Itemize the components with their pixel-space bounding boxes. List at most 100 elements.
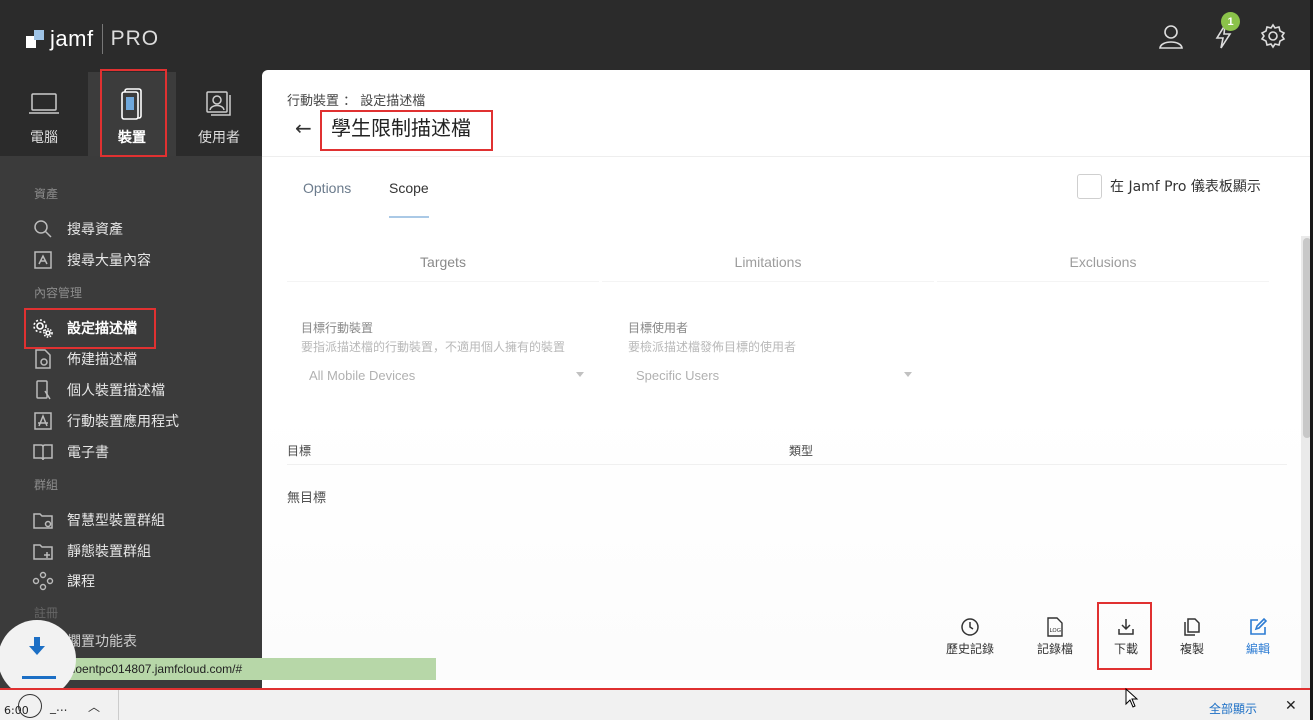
divider bbox=[262, 156, 1313, 157]
sidebar-item-label: 智慧型裝置群組 bbox=[67, 513, 165, 529]
target-users-select[interactable]: Specific Users bbox=[636, 368, 719, 386]
sidebar-item-static-groups[interactable]: 靜態裝置群組 bbox=[32, 539, 151, 563]
download-label: 下載 bbox=[1113, 642, 1138, 656]
top-bar: jamf PRO 1 bbox=[0, 0, 1313, 72]
history-button[interactable]: 歷史記錄 bbox=[940, 616, 1000, 657]
logs-button[interactable]: LOG 記錄檔 bbox=[1025, 616, 1085, 657]
main-panel: 行動裝置 ： 設定描述檔 ← 學生限制描述檔 Options Scope 在 J… bbox=[262, 70, 1313, 688]
sidebar-item-classes[interactable]: 課程 bbox=[32, 569, 95, 593]
page-title: 學生限制描述檔 bbox=[331, 116, 471, 140]
sidebar-item-label: 課程 bbox=[67, 574, 95, 590]
history-icon bbox=[959, 616, 981, 638]
dashboard-checkbox-label: 在 Jamf Pro 儀表板顯示 bbox=[1110, 179, 1261, 195]
chevron-down-icon[interactable] bbox=[904, 372, 912, 377]
table-header-target[interactable]: 目標 bbox=[287, 442, 311, 459]
personal-device-icon bbox=[32, 379, 54, 401]
logo-text: jamf bbox=[50, 26, 94, 51]
sidebar-item-mobile-apps[interactable]: 行動裝置應用程式 bbox=[32, 409, 179, 433]
sidebar-item-personal-device-profiles[interactable]: 個人裝置描述檔 bbox=[32, 378, 165, 402]
nav-tab-label: 電腦 bbox=[30, 130, 58, 146]
provisioning-icon bbox=[32, 348, 54, 370]
jamf-logo[interactable]: jamf PRO bbox=[26, 24, 159, 54]
mouse-cursor-icon bbox=[1125, 688, 1139, 708]
download-file-name[interactable]: _... bbox=[50, 700, 67, 714]
tab-scope[interactable]: Scope bbox=[389, 180, 429, 196]
chevron-up-icon[interactable]: ︿ bbox=[88, 698, 100, 715]
empty-state-text: 無目標 bbox=[287, 491, 327, 506]
logo-suffix: PRO bbox=[110, 27, 160, 50]
logs-label: 記錄檔 bbox=[1036, 642, 1073, 656]
status-url-bar: phoentpc014807.jamfcloud.com/# bbox=[60, 658, 436, 680]
mobile-device-icon bbox=[119, 88, 145, 120]
breadcrumb[interactable]: 行動裝置 ： 設定描述檔 bbox=[287, 90, 425, 109]
edit-icon bbox=[1247, 616, 1269, 638]
sidebar-item-configuration-profiles[interactable]: 設定描述檔 bbox=[32, 316, 137, 340]
log-icon: LOG bbox=[1044, 616, 1066, 638]
sidebar-item-label: 設定描述檔 bbox=[67, 321, 137, 337]
app-store-icon bbox=[32, 410, 54, 432]
nav-tab-label: 使用者 bbox=[198, 130, 240, 146]
sidebar-section-enrollment: 註冊 bbox=[34, 606, 59, 620]
close-icon[interactable]: ✕ bbox=[1285, 698, 1297, 714]
dashboard-checkbox[interactable] bbox=[1077, 174, 1102, 199]
download-button[interactable]: 下載 bbox=[1096, 616, 1156, 657]
primary-nav: 電腦 裝置 使用者 bbox=[0, 72, 262, 156]
user-account-icon[interactable] bbox=[1157, 22, 1185, 50]
laptop-icon bbox=[28, 88, 60, 120]
clone-button[interactable]: 複製 bbox=[1162, 616, 1222, 657]
sidebar-item-ebooks[interactable]: 電子書 bbox=[32, 440, 109, 464]
notification-badge: 1 bbox=[1221, 12, 1240, 31]
sidebar-item-label: 擱置功能表 bbox=[67, 634, 137, 650]
logo-divider bbox=[101, 24, 103, 54]
target-users-label: 目標使用者 bbox=[628, 321, 689, 335]
sidebar-section-groups: 群組 bbox=[34, 478, 59, 492]
sidebar-item-label: 佈建描述檔 bbox=[67, 352, 137, 368]
back-arrow-icon[interactable]: ← bbox=[295, 116, 312, 140]
settings-gear-icon[interactable] bbox=[1259, 22, 1287, 50]
table-header-type[interactable]: 類型 bbox=[789, 442, 813, 459]
nav-tab-users[interactable]: 使用者 bbox=[176, 72, 262, 156]
edit-button[interactable]: 編輯 bbox=[1228, 616, 1288, 657]
sidebar-item-label: 靜態裝置群組 bbox=[67, 544, 151, 560]
tab-options[interactable]: Options bbox=[303, 180, 351, 196]
sidebar-item-label: 電子書 bbox=[67, 445, 109, 461]
sidebar-item-provisioning-profiles[interactable]: 佈建描述檔 bbox=[32, 347, 137, 371]
gears-icon bbox=[32, 317, 54, 339]
nav-tab-label: 裝置 bbox=[118, 130, 146, 146]
download-item-icon[interactable] bbox=[18, 694, 42, 718]
segment-targets[interactable]: Targets bbox=[287, 242, 599, 282]
sidebar-section-assets: 資產 bbox=[34, 187, 59, 201]
target-devices-label: 目標行動裝置 bbox=[301, 321, 374, 335]
target-users-help: 要檢派描述檔發佈目標的使用者 bbox=[628, 340, 797, 354]
clone-label: 複製 bbox=[1179, 642, 1204, 656]
sidebar-item-label: 搜尋大量內容 bbox=[67, 253, 151, 269]
history-label: 歷史記錄 bbox=[945, 642, 994, 656]
sidebar-item-smart-groups[interactable]: 智慧型裝置群組 bbox=[32, 508, 165, 532]
active-tab-indicator bbox=[389, 216, 429, 218]
download-icon bbox=[1115, 616, 1137, 638]
download-shelf bbox=[0, 688, 1313, 720]
table-divider bbox=[287, 464, 1287, 465]
search-bulk-icon bbox=[32, 249, 54, 271]
nav-tab-computers[interactable]: 電腦 bbox=[0, 72, 88, 156]
smart-group-icon bbox=[32, 509, 54, 531]
clone-icon bbox=[1181, 616, 1203, 638]
sidebar-item-label: 個人裝置描述檔 bbox=[67, 383, 165, 399]
segment-exclusions[interactable]: Exclusions bbox=[937, 242, 1269, 282]
sidebar-section-content: 內容管理 bbox=[34, 286, 83, 300]
chevron-down-icon[interactable] bbox=[576, 372, 584, 377]
edit-label: 編輯 bbox=[1245, 642, 1270, 656]
sidebar-item-label: 行動裝置應用程式 bbox=[67, 414, 179, 430]
target-devices-select[interactable]: All Mobile Devices bbox=[309, 368, 415, 386]
search-icon bbox=[32, 218, 54, 240]
download-indicator[interactable] bbox=[0, 620, 76, 698]
show-all-link[interactable]: 全部顯示 bbox=[1209, 700, 1257, 717]
sidebar-item-search-inventory[interactable]: 搜尋資產 bbox=[32, 217, 123, 241]
sidebar-item-label: 搜尋資產 bbox=[67, 222, 123, 238]
segment-limitations[interactable]: Limitations bbox=[602, 242, 934, 282]
jamf-logo-mark-icon bbox=[26, 30, 44, 48]
shelf-divider bbox=[118, 690, 119, 720]
static-group-icon bbox=[32, 540, 54, 562]
sidebar-item-search-volume[interactable]: 搜尋大量內容 bbox=[32, 248, 151, 272]
nav-tab-devices[interactable]: 裝置 bbox=[88, 72, 176, 156]
